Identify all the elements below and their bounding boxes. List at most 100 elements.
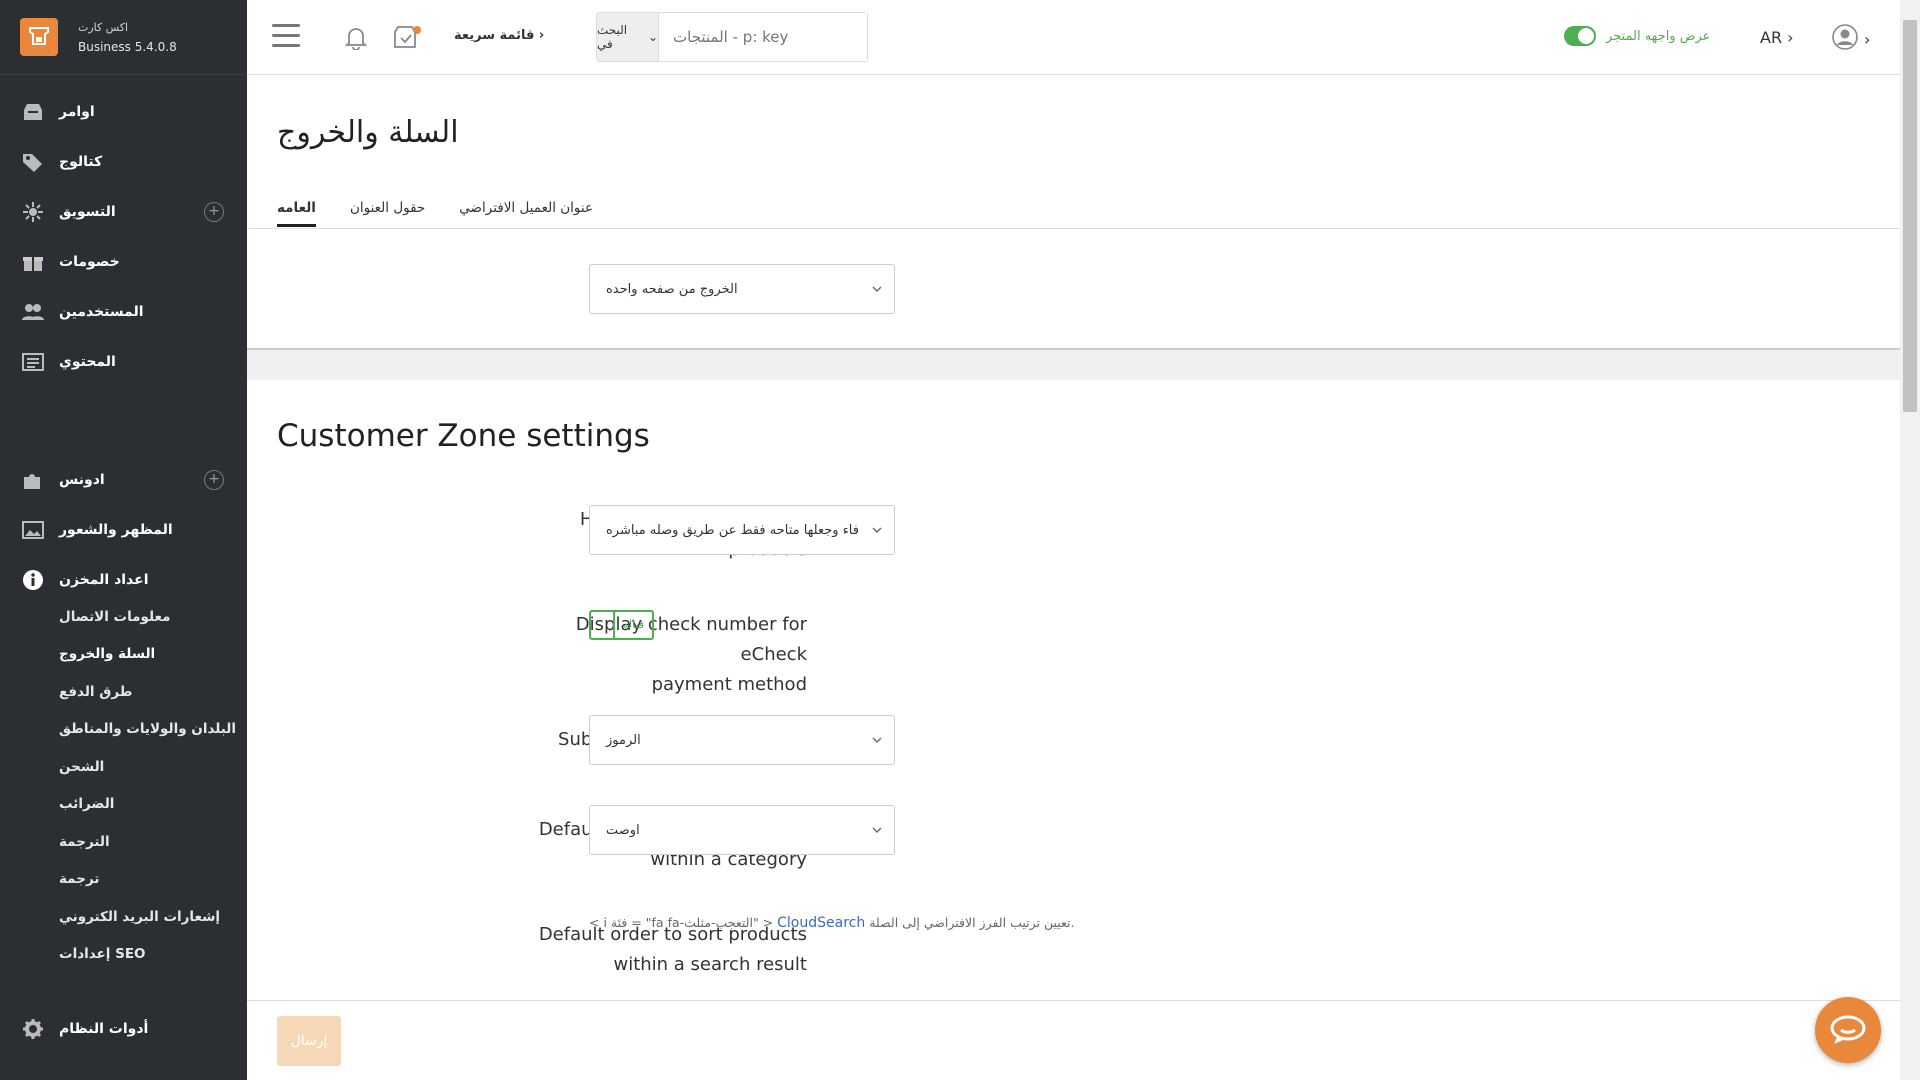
sidebar-item-users[interactable]: المستخدمين — [0, 287, 247, 337]
out-of-stock-value: فاء وجعلها متاحه فقط عن طريق وصله مباشره — [606, 522, 859, 538]
submit-button[interactable]: إرسال — [277, 1016, 341, 1066]
sidebar-item-label: ادونس — [59, 472, 105, 488]
chevron-right-icon: › — [1864, 29, 1871, 49]
subnav-seo-settings[interactable]: إعدادات SEO — [0, 936, 247, 974]
sidebar-item-discounts[interactable]: خصومات — [0, 237, 247, 287]
puzzle-icon — [22, 469, 44, 491]
sidebar-main-nav: اوامر كتالوج التسويق + خصومات المستخدمين… — [0, 87, 247, 387]
sidebar: اكس كارت Business 5.4.0.8 اوامر كتالوج ا… — [0, 0, 247, 1080]
chat-support-button[interactable] — [1815, 997, 1881, 1063]
sidebar-item-label: المستخدمين — [59, 304, 144, 320]
storefront-label: عرض واجهه المتجر — [1606, 28, 1711, 44]
brand-name: اكس كارت — [78, 20, 129, 34]
brand-version: Business 5.4.0.8 — [78, 39, 177, 54]
toggle-switch-icon — [1564, 26, 1596, 46]
sidebar-item-label: المحتوي — [59, 354, 116, 370]
marketing-icon — [22, 201, 44, 223]
subnav-taxes[interactable]: الضرائب — [0, 786, 247, 824]
sidebar-item-orders[interactable]: اوامر — [0, 87, 247, 137]
add-addon-button[interactable]: + — [204, 470, 224, 490]
subnav-email-notifications[interactable]: إشعارات البريد الكتروني — [0, 898, 247, 936]
store-notifications-icon[interactable] — [392, 24, 422, 54]
subnav-contact-info[interactable]: معلومات الاتصال — [0, 598, 247, 636]
tab-general[interactable]: العامه — [277, 200, 316, 227]
subnav-payment-methods[interactable]: طرق الدفع — [0, 673, 247, 711]
out-of-stock-select[interactable]: فاء وجعلها متاحه فقط عن طريق وصله مباشره — [589, 505, 895, 555]
subnav-translation[interactable]: ترجمة — [0, 861, 247, 899]
orders-icon — [22, 101, 44, 123]
chevron-down-icon — [872, 524, 882, 539]
gift-icon — [22, 251, 44, 273]
customer-zone-panel: Customer Zone settings How to show out o… — [247, 380, 1900, 1000]
subcategory-format-select[interactable]: الرموز — [589, 715, 895, 765]
echeck-label-line2: payment method — [651, 674, 807, 695]
quick-menu-button[interactable]: قائمة سريعة › — [454, 28, 544, 43]
chevron-down-icon — [872, 824, 882, 839]
user-avatar-icon — [1832, 24, 1858, 54]
chevron-down-icon — [872, 283, 882, 298]
bell-icon[interactable] — [343, 24, 369, 54]
xcart-logo-icon — [20, 18, 58, 56]
content-icon — [22, 351, 44, 373]
subnav-cart-checkout[interactable]: السلة والخروج — [0, 636, 247, 674]
sidebar-item-label: المظهر والشعور — [59, 522, 173, 538]
sidebar-item-label: خصومات — [59, 254, 120, 270]
chevron-down-icon — [872, 734, 882, 749]
subnav-shipping[interactable]: الشحن — [0, 748, 247, 786]
sidebar-lower-nav: ادونس + المظهر والشعور اعداد المخزن — [0, 455, 247, 605]
sidebar-bottom-nav: أدوات النظام — [0, 1004, 247, 1054]
sidebar-item-addons[interactable]: ادونس + — [0, 455, 247, 505]
sidebar-item-content[interactable]: المحتوي — [0, 337, 247, 387]
checkout-type-value: الخروج من صفحه واحده — [606, 281, 738, 297]
sidebar-item-marketing[interactable]: التسويق + — [0, 187, 247, 237]
chevron-right-icon: › — [1787, 28, 1794, 47]
menu-toggle-icon[interactable] — [272, 24, 300, 48]
sidebar-item-label: اعداد المخزن — [59, 572, 149, 588]
top-header: قائمة سريعة › البحث في ⌄ عرض واجهه المتج… — [247, 0, 1900, 75]
tag-icon — [22, 151, 44, 173]
sidebar-item-label: اوامر — [59, 104, 95, 120]
sidebar-item-label: التسويق — [59, 204, 116, 220]
subnav-translations[interactable]: الترجمة — [0, 823, 247, 861]
store-setup-subnav: معلومات الاتصال السلة والخروج طرق الدفع … — [0, 598, 247, 973]
sort-category-value: اوصت — [606, 822, 640, 838]
subnav-countries-states[interactable]: البلدان والولايات والمناطق — [0, 711, 247, 749]
page-scrollbar[interactable] — [1900, 0, 1920, 1080]
chevron-down-icon: ⌄ — [647, 30, 658, 44]
chevron-right-icon: › — [538, 28, 545, 43]
sidebar-item-label: كتالوج — [59, 154, 103, 170]
search-group: البحث في ⌄ — [596, 12, 868, 62]
quick-menu-label: قائمة سريعة — [454, 28, 535, 43]
search-input[interactable] — [659, 13, 867, 61]
users-icon — [22, 301, 44, 323]
sidebar-item-catalog[interactable]: كتالوج — [0, 137, 247, 187]
tab-address-fields[interactable]: حقول العنوان — [350, 200, 425, 227]
language-selector[interactable]: AR › — [1760, 28, 1794, 47]
checkout-type-select[interactable]: الخروج من صفحه واحده — [589, 264, 895, 314]
tab-default-address[interactable]: عنوان العميل الافتراضي — [459, 200, 593, 227]
echeck-switch-label: قباله — [622, 618, 645, 631]
hint-text-a: < i فئة = "fa fa-التعجب-مثلث" > — [589, 915, 778, 930]
search-scope-select[interactable]: البحث في ⌄ — [597, 13, 659, 61]
storefront-toggle[interactable]: عرض واجهه المتجر — [1564, 26, 1710, 46]
scrollbar-thumb[interactable] — [1903, 20, 1917, 412]
page-title: السلة والخروج — [277, 115, 459, 150]
echeck-label-line1: Display check number for eCheck — [575, 614, 807, 665]
tabs-divider — [247, 228, 1900, 229]
section-title: Customer Zone settings — [277, 418, 650, 454]
info-icon — [22, 569, 44, 591]
cloudsearch-link[interactable]: CloudSearch — [777, 915, 865, 931]
hint-text-b: تعيين ترتيب الفرز الافتراضي إلى الصلة. — [865, 915, 1075, 930]
chat-bubble-icon — [1830, 1015, 1866, 1044]
sort-search-hint: < i فئة = "fa fa-التعجب-مثلث" > CloudSea… — [589, 915, 1075, 931]
echeck-label: Display check number for eCheck payment … — [507, 610, 807, 700]
sidebar-item-look-feel[interactable]: المظهر والشعور — [0, 505, 247, 555]
brand[interactable]: اكس كارت Business 5.4.0.8 — [0, 0, 247, 75]
settings-tabs: العامه حقول العنوان عنوان العميل الافترا… — [277, 200, 593, 227]
sort-category-select[interactable]: اوصت — [589, 805, 895, 855]
sidebar-item-system-tools[interactable]: أدوات النظام — [0, 1004, 247, 1054]
add-marketing-button[interactable]: + — [204, 202, 224, 222]
echeck-switch[interactable]: قباله — [589, 610, 654, 640]
cart-checkout-panel: السلة والخروج العامه حقول العنوان عنوان … — [247, 75, 1900, 350]
user-menu[interactable]: › — [1832, 24, 1870, 54]
